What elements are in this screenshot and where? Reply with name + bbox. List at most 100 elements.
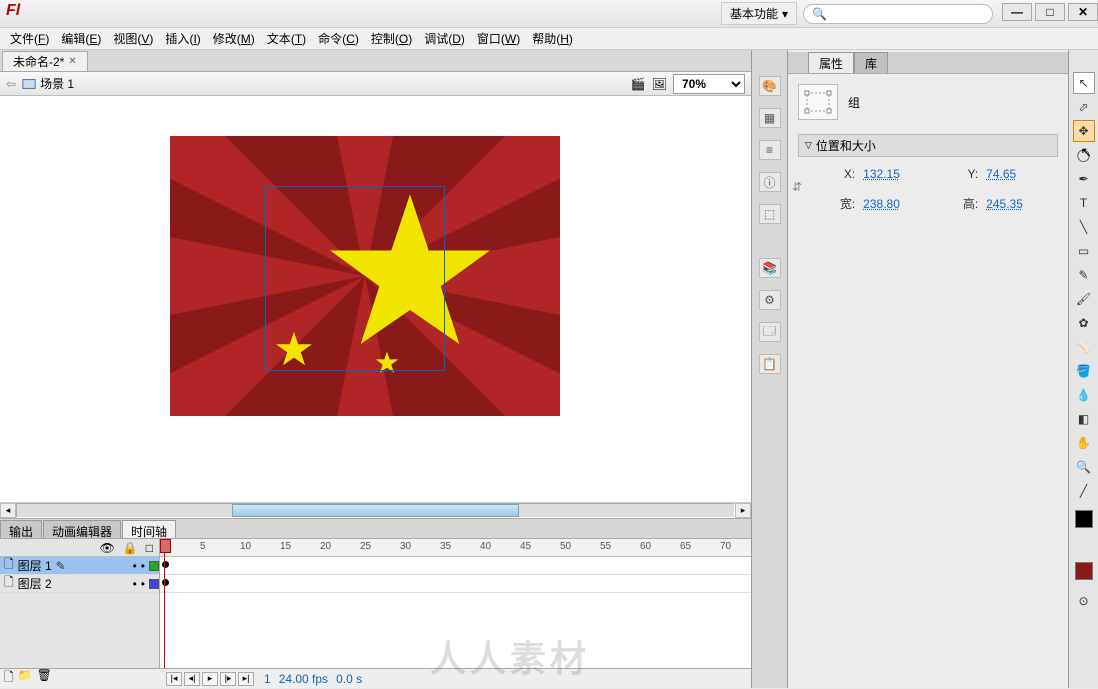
- height-value[interactable]: 245.35: [986, 197, 1058, 211]
- deco-tool[interactable]: ✿: [1073, 312, 1095, 334]
- layer-type-icon: 🗋: [4, 573, 14, 594]
- horizontal-scrollbar[interactable]: ◂ ▸: [0, 502, 751, 518]
- menu-insert[interactable]: 插入(I): [159, 27, 206, 50]
- layer-row-1[interactable]: 🗋 图层 1 ✎ ••: [0, 557, 159, 575]
- zoom-tool[interactable]: 🔍: [1073, 456, 1095, 478]
- scroll-left-icon[interactable]: ◂: [0, 503, 16, 518]
- menu-modify[interactable]: 修改(M): [207, 27, 261, 50]
- new-folder-button[interactable]: 📁: [18, 668, 33, 689]
- selection-tool[interactable]: ↖: [1073, 72, 1095, 94]
- playhead[interactable]: [162, 539, 172, 668]
- tab-properties[interactable]: 属性: [808, 52, 854, 73]
- frame-ruler[interactable]: 1 5 10 15 20 25 30 35 40 45 50 55 60 65: [160, 539, 751, 557]
- search-input[interactable]: [827, 8, 984, 20]
- library-panel-icon[interactable]: 📚: [759, 258, 781, 278]
- menu-commands[interactable]: 命令(C): [312, 27, 365, 50]
- workspace-label: 基本功能: [730, 5, 778, 22]
- layer-color-swatch[interactable]: [149, 561, 159, 571]
- pen-tool[interactable]: ✒: [1073, 168, 1095, 190]
- bone-tool[interactable]: 🦴: [1073, 336, 1095, 358]
- pencil-tool[interactable]: ✎: [1073, 264, 1095, 286]
- brush-tool[interactable]: 🖌: [1073, 288, 1095, 310]
- close-tab-icon[interactable]: ✕: [68, 56, 76, 67]
- workspace-switcher[interactable]: 基本功能 ▾: [721, 2, 797, 25]
- color-panel-icon[interactable]: 🎨: [759, 76, 781, 96]
- new-layer-button[interactable]: 🗋: [4, 668, 14, 689]
- align-panel-icon[interactable]: ≡: [759, 140, 781, 160]
- layer-color-swatch[interactable]: [149, 579, 159, 589]
- document-tab[interactable]: 未命名-2* ✕: [2, 51, 88, 71]
- step-fwd-button[interactable]: |▸: [220, 672, 236, 686]
- menu-window[interactable]: 窗口(W): [471, 27, 526, 50]
- back-icon[interactable]: ⇦: [6, 77, 16, 91]
- go-last-button[interactable]: ▸|: [238, 672, 254, 686]
- info-panel-icon[interactable]: ⓘ: [759, 172, 781, 192]
- x-value[interactable]: 132.15: [863, 167, 935, 181]
- height-label: 高:: [941, 195, 980, 212]
- close-button[interactable]: ✕: [1068, 3, 1098, 21]
- tab-timeline[interactable]: 时间轴: [122, 520, 176, 538]
- tab-library[interactable]: 库: [854, 52, 888, 73]
- project-panel-icon[interactable]: 📋: [759, 354, 781, 374]
- eye-icon[interactable]: 👁: [100, 541, 115, 555]
- menu-bar: 文件(F) 编辑(E) 视图(V) 插入(I) 修改(M) 文本(T) 命令(C…: [0, 28, 1098, 50]
- step-back-button[interactable]: ◂|: [184, 672, 200, 686]
- status-fps: 24.00 fps: [279, 672, 328, 686]
- play-button[interactable]: ▸: [202, 672, 218, 686]
- menu-edit[interactable]: 编辑(E): [55, 27, 107, 50]
- selection-box[interactable]: [265, 186, 445, 371]
- zoom-select[interactable]: 70%: [673, 74, 745, 94]
- width-value[interactable]: 238.80: [863, 197, 935, 211]
- lock-icon[interactable]: 🔒: [123, 541, 138, 555]
- subselection-tool[interactable]: ⬀: [1073, 96, 1095, 118]
- snap-toggle[interactable]: ⊙: [1073, 590, 1095, 612]
- scene-name[interactable]: 场景 1: [40, 75, 74, 92]
- search-box[interactable]: 🔍: [803, 4, 993, 24]
- edit-symbol-icon[interactable]: 🖼: [652, 77, 667, 91]
- motion-presets-icon[interactable]: 🗔: [759, 322, 781, 342]
- frame-track-2[interactable]: [160, 575, 751, 593]
- rectangle-tool[interactable]: ▭: [1073, 240, 1095, 262]
- components-panel-icon[interactable]: ⚙: [759, 290, 781, 310]
- hand-tool[interactable]: ✋: [1073, 432, 1095, 454]
- section-position-size[interactable]: ▽ 位置和大小: [798, 134, 1058, 157]
- outline-icon[interactable]: □: [146, 541, 153, 555]
- stroke-color-icon[interactable]: ╱: [1073, 480, 1095, 502]
- fill-color-swatch[interactable]: [1075, 562, 1093, 580]
- edit-scene-icon[interactable]: 🎬: [631, 77, 646, 91]
- transform-panel-icon[interactable]: ⬚: [759, 204, 781, 224]
- lasso-tool[interactable]: ◯: [1073, 144, 1095, 166]
- maximize-button[interactable]: □: [1035, 3, 1065, 21]
- frame-track-1[interactable]: [160, 557, 751, 575]
- tools-panel: ↖ ⬀ ✥ ◯ ✒ T ╲ ▭ ✎ 🖌 ✿ 🦴 🪣 💧 ◧ ✋ 🔍 ╱ ⊙: [1068, 50, 1098, 688]
- tab-output[interactable]: 输出: [0, 520, 42, 538]
- properties-panel: 属性 库 组 ▽ 位置和大小 X: 132.15 Y: 74.65 宽: 238…: [788, 50, 1068, 688]
- tab-motion-editor[interactable]: 动画编辑器: [43, 520, 121, 538]
- stroke-color-swatch[interactable]: [1075, 510, 1093, 528]
- menu-help[interactable]: 帮助(H): [526, 27, 579, 50]
- go-first-button[interactable]: |◂: [166, 672, 182, 686]
- y-value[interactable]: 74.65: [986, 167, 1058, 181]
- frames-area[interactable]: 1 5 10 15 20 25 30 35 40 45 50 55 60 65: [160, 539, 751, 668]
- paint-bucket-tool[interactable]: 🪣: [1073, 360, 1095, 382]
- scroll-thumb[interactable]: [232, 504, 519, 517]
- swatches-panel-icon[interactable]: ▦: [759, 108, 781, 128]
- free-transform-tool[interactable]: ✥: [1073, 120, 1095, 142]
- title-bar: Fl 基本功能 ▾ 🔍 — □ ✕: [0, 0, 1098, 28]
- menu-debug[interactable]: 调试(D): [418, 27, 471, 50]
- minimize-button[interactable]: —: [1002, 3, 1032, 21]
- delete-layer-button[interactable]: 🗑: [37, 668, 52, 689]
- stage[interactable]: [0, 96, 751, 502]
- eraser-tool[interactable]: ◧: [1073, 408, 1095, 430]
- text-tool[interactable]: T: [1073, 192, 1095, 214]
- line-tool[interactable]: ╲: [1073, 216, 1095, 238]
- scroll-right-icon[interactable]: ▸: [735, 503, 751, 518]
- menu-control[interactable]: 控制(O): [365, 27, 418, 50]
- menu-view[interactable]: 视图(V): [107, 27, 159, 50]
- menu-file[interactable]: 文件(F): [4, 27, 55, 50]
- link-dimensions-icon[interactable]: ⇵: [792, 180, 802, 194]
- eyedropper-tool[interactable]: 💧: [1073, 384, 1095, 406]
- scroll-track[interactable]: [16, 503, 735, 518]
- menu-text[interactable]: 文本(T): [261, 27, 312, 50]
- layer-row-2[interactable]: 🗋 图层 2 ••: [0, 575, 159, 593]
